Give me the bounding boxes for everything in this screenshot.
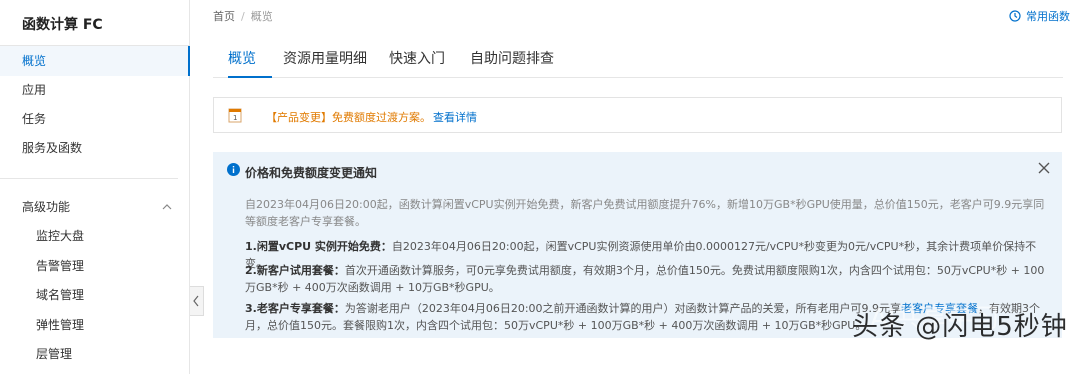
info-intro: 自2023年04月06日20:00起，函数计算闲置vCPU实例开始免费，新客户免… xyxy=(245,198,1045,228)
chevron-up-icon xyxy=(162,204,172,210)
calendar-icon: 1 xyxy=(228,108,242,123)
tab-bar: 概览 资源用量明细 快速入门 自助问题排查 xyxy=(213,40,1063,78)
info-item-2: 2.新客户试用套餐：首次开通函数计算服务，可0元享免费试用额度，有效期3个月，总… xyxy=(245,262,1050,296)
tab-overview[interactable]: 概览 xyxy=(228,48,272,78)
sidebar-group-label: 高级功能 xyxy=(22,200,71,214)
info-item-3-text-a: 为答谢老用户（2023年04月06日20:00之前开通函数计算的用户）对函数计算… xyxy=(344,302,902,315)
sidebar-item-monitoring[interactable]: 监控大盘 xyxy=(0,221,190,251)
breadcrumb-home[interactable]: 首页 xyxy=(213,10,235,23)
breadcrumb-current: 概览 xyxy=(250,10,273,23)
tab-resource-usage[interactable]: 资源用量明细 xyxy=(283,48,367,78)
sidebar-item-overview[interactable]: 概览 xyxy=(0,46,190,76)
tab-quick-start[interactable]: 快速入门 xyxy=(389,48,445,78)
product-change-notice: 1 【产品变更】免费额度过渡方案。 查看详情 xyxy=(213,97,1062,133)
info-icon xyxy=(227,163,240,176)
sidebar-item-elastic[interactable]: 弹性管理 xyxy=(0,310,190,340)
sidebar-item-alerts[interactable]: 告警管理 xyxy=(0,251,190,281)
info-item-2-label: 2.新客户试用套餐： xyxy=(245,264,345,277)
chevron-left-icon xyxy=(193,295,199,307)
product-title: 函数计算 FC xyxy=(22,17,103,33)
svg-text:1: 1 xyxy=(233,114,237,122)
watermark-line2: 头条 @闪电5秒钟 xyxy=(852,312,1068,342)
sidebar-item-layers[interactable]: 层管理 xyxy=(0,339,190,369)
sidebar-item-domains[interactable]: 域名管理 xyxy=(0,280,190,310)
info-item-1-label: 1.闲置vCPU 实例开始免费： xyxy=(245,240,392,253)
favorite-functions-label: 常用函数 xyxy=(1026,10,1070,23)
close-icon[interactable] xyxy=(1038,162,1050,174)
sidebar-group-advanced[interactable]: 高级功能 xyxy=(22,196,172,218)
notice-text-wrapper: 【产品变更】免费额度过渡方案。 查看详情 xyxy=(266,109,477,125)
breadcrumb: 首页 / 概览 xyxy=(213,8,273,24)
info-item-3-label: 3.老客户专享套餐： xyxy=(245,302,345,315)
sidebar-item-tasks[interactable]: 任务 xyxy=(0,104,190,134)
tab-troubleshooting[interactable]: 自助问题排查 xyxy=(470,48,554,78)
notice-details-link[interactable]: 查看详情 xyxy=(433,111,477,124)
breadcrumb-separator: / xyxy=(241,10,245,23)
sidebar: 函数计算 FC 概览 应用 任务 服务及函数 高级功能 监控大盘 告警管理 域名… xyxy=(0,0,190,374)
favorite-functions-link[interactable]: 常用函数 xyxy=(1009,8,1070,24)
info-item-2-text: 首次开通函数计算服务，可0元享免费试用额度，有效期3个月，总价值150元。免费试… xyxy=(245,264,1045,294)
sidebar-item-applications[interactable]: 应用 xyxy=(0,75,190,105)
sidebar-divider xyxy=(0,178,178,179)
notice-text: 【产品变更】免费额度过渡方案。 xyxy=(266,111,431,124)
sidebar-item-services-functions[interactable]: 服务及函数 xyxy=(0,133,190,163)
sidebar-collapse-toggle[interactable] xyxy=(190,286,204,316)
clock-icon xyxy=(1009,10,1021,22)
info-title: 价格和免费额度变更通知 xyxy=(245,166,378,180)
